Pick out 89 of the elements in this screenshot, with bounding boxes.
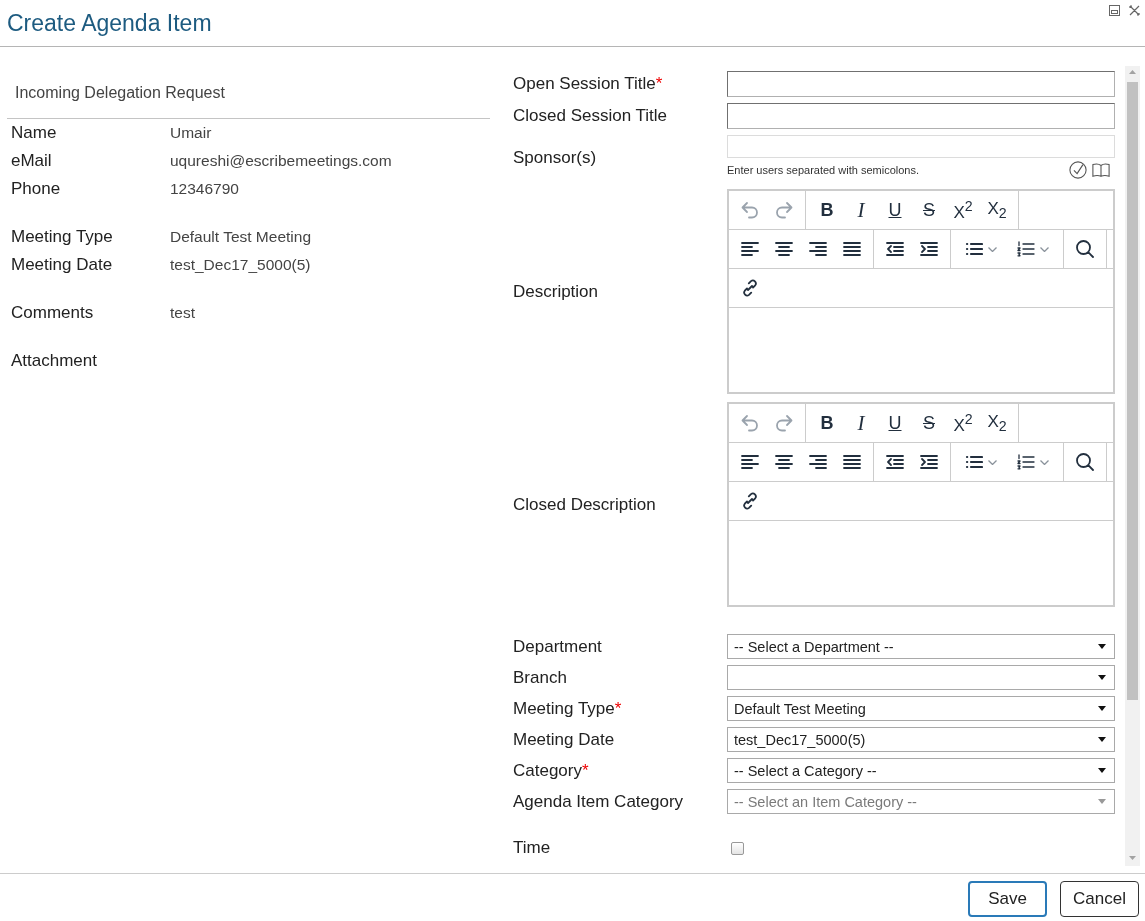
field-label: Time	[513, 838, 551, 858]
link-icon	[741, 279, 759, 297]
search-icon	[1076, 453, 1094, 471]
text-field[interactable]	[727, 71, 1115, 97]
field-value: test_Dec17_5000(5)	[170, 256, 311, 274]
align-right-icon	[809, 453, 827, 471]
dialog-button[interactable]: Cancel	[1060, 881, 1139, 917]
check-circle-icon[interactable]	[1069, 160, 1087, 179]
align-center-icon	[775, 453, 793, 471]
chevron-down-icon	[1040, 246, 1049, 252]
dropdown[interactable]: Default Test Meeting	[727, 696, 1115, 721]
undo-icon	[741, 414, 759, 432]
text-field[interactable]	[727, 103, 1115, 129]
dropdown[interactable]: -- Select a Department --	[727, 634, 1115, 659]
field-value: uqureshi@escribemeetings.com	[170, 152, 392, 170]
outdent-icon	[886, 240, 904, 258]
field-label: Meeting Type	[11, 227, 113, 247]
field-label: Description	[513, 281, 599, 302]
field-value: Umair	[170, 124, 212, 142]
bold-button[interactable]: B	[810, 193, 844, 227]
italic-button[interactable]: I	[844, 193, 878, 227]
subscript-button[interactable]: X$_{2}$	[980, 406, 1014, 440]
underline-button[interactable]: U	[878, 406, 912, 440]
strikethrough-button[interactable]: S	[912, 193, 946, 227]
field-label: Sponsor(s)	[513, 148, 597, 168]
field-label: Attachment	[11, 351, 97, 371]
book-icon[interactable]	[1092, 160, 1110, 179]
numbered-list-icon	[1017, 240, 1035, 258]
field-label: Name	[11, 123, 57, 143]
indent-icon	[920, 240, 938, 258]
field-label: Meeting Type*	[513, 698, 622, 719]
link-icon	[741, 492, 759, 510]
caret-icon	[1098, 799, 1106, 804]
redo-icon	[775, 414, 793, 432]
superscript-button[interactable]: X$^{2}$	[946, 193, 980, 227]
field-label: Open Session Title*	[513, 74, 663, 94]
align-left-icon	[741, 240, 759, 258]
field-label: Agenda Item Category	[513, 791, 684, 812]
hint-text: Enter users separated with semicolons.	[727, 163, 919, 176]
scrollbar-thumb[interactable]	[1127, 82, 1138, 700]
dialog-button[interactable]: Save	[968, 881, 1047, 917]
italic-button[interactable]: I	[844, 406, 878, 440]
restore-icon[interactable]	[1109, 5, 1120, 16]
align-center-icon	[775, 240, 793, 258]
caret-icon	[1098, 675, 1106, 680]
field-label: Closed Description	[513, 494, 656, 515]
dropdown[interactable]: -- Select a Category --	[727, 758, 1115, 783]
bold-button[interactable]: B	[810, 406, 844, 440]
field-value: test	[170, 304, 195, 322]
close-icon[interactable]	[1129, 5, 1140, 16]
bullet-list-icon	[965, 240, 983, 258]
field-label: Category*	[513, 760, 589, 781]
outdent-icon	[886, 453, 904, 471]
redo-icon	[775, 201, 793, 219]
field-label: Branch	[513, 667, 567, 688]
justify-icon	[843, 453, 861, 471]
checkbox[interactable]	[731, 841, 744, 855]
chevron-down-icon	[1040, 459, 1049, 465]
caret-icon	[1098, 644, 1106, 649]
justify-icon	[843, 240, 861, 258]
indent-icon	[920, 453, 938, 471]
search-icon	[1076, 240, 1094, 258]
field-label: Phone	[11, 179, 61, 199]
dialog-title: Create Agenda Item	[7, 9, 212, 38]
field-label: eMail	[11, 151, 52, 171]
field-label: Comments	[11, 303, 94, 323]
numbered-list-icon	[1017, 453, 1035, 471]
sponsor-field[interactable]	[727, 135, 1115, 158]
field-label: Meeting Date	[513, 729, 615, 750]
superscript-button[interactable]: X$^{2}$	[946, 406, 980, 440]
field-value: Default Test Meeting	[170, 228, 311, 246]
caret-icon	[1098, 706, 1106, 711]
field-value: 12346790	[170, 180, 239, 198]
field-label: Closed Session Title	[513, 106, 668, 126]
align-right-icon	[809, 240, 827, 258]
underline-button[interactable]: U	[878, 193, 912, 227]
field-label: Meeting Date	[11, 255, 113, 275]
section-heading: Incoming Delegation Request	[15, 83, 225, 103]
caret-icon	[1098, 737, 1106, 742]
undo-icon	[741, 201, 759, 219]
dropdown[interactable]: test_Dec17_5000(5)	[727, 727, 1115, 752]
chevron-down-icon	[988, 246, 997, 252]
chevron-down-icon	[988, 459, 997, 465]
strikethrough-button[interactable]: S	[912, 406, 946, 440]
field-label: Department	[513, 636, 602, 657]
bullet-list-icon	[965, 453, 983, 471]
align-left-icon	[741, 453, 759, 471]
subscript-button[interactable]: X$_{2}$	[980, 193, 1014, 227]
caret-icon	[1098, 768, 1106, 773]
